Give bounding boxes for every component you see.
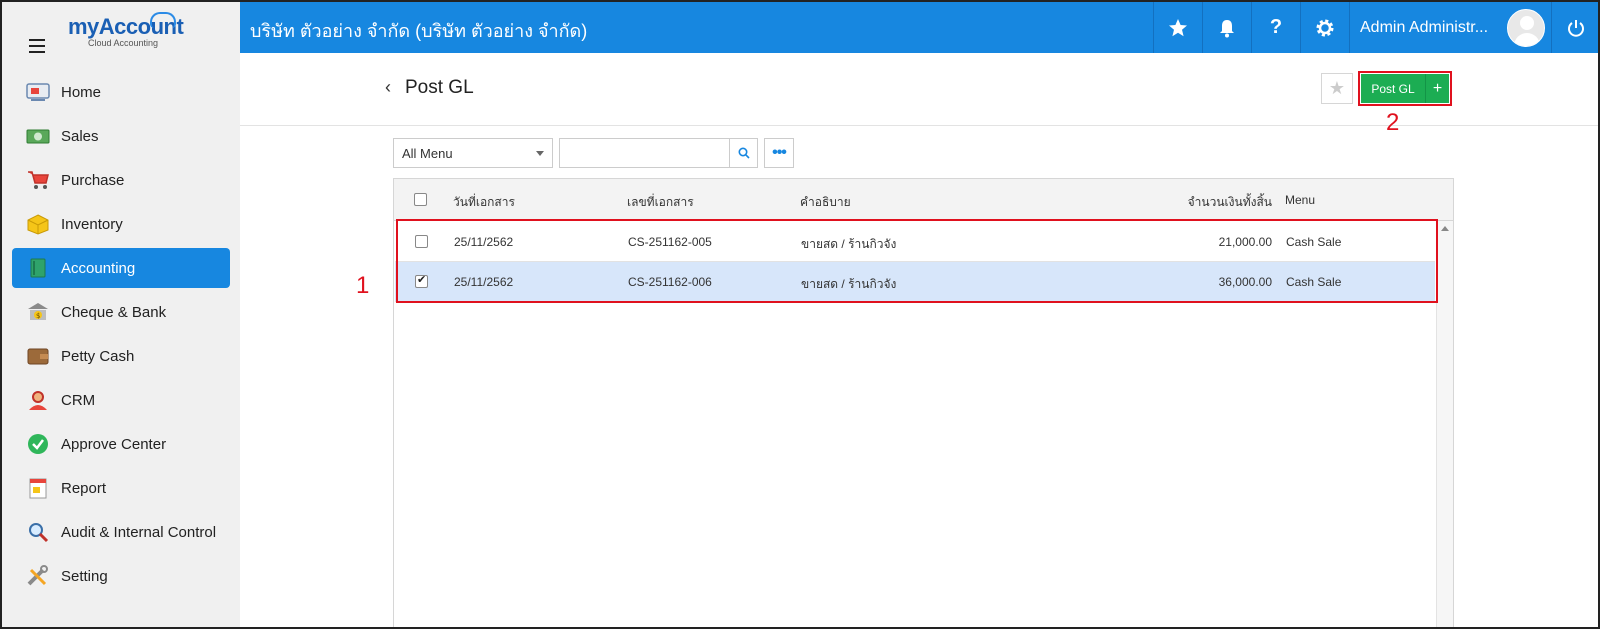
gear-icon[interactable] [1300, 2, 1349, 53]
sidebar-item-label: Purchase [61, 171, 125, 189]
sidebar-item-report[interactable]: Report [12, 468, 230, 508]
cloud-icon [150, 12, 176, 28]
sidebar-item-purchase[interactable]: Purchase [12, 160, 230, 200]
avatar [1507, 8, 1545, 47]
post-gl-add-button[interactable]: + [1425, 74, 1449, 103]
column-header-menu[interactable]: Menu [1285, 193, 1315, 207]
search-icon [737, 147, 750, 159]
top-bar: บริษัท ตัวอย่าง จำกัด (บริษัท ตัวอย่าง จ… [240, 2, 1598, 53]
top-bar-actions: ? Admin Administr... [1153, 2, 1598, 53]
sidebar-item-crm[interactable]: CRM [12, 380, 230, 420]
sidebar-item-label: Inventory [61, 215, 123, 233]
column-header-date[interactable]: วันที่เอกสาร [453, 193, 515, 212]
person-icon [26, 389, 50, 411]
cell-date: 25/11/2562 [454, 275, 514, 289]
search-input[interactable] [559, 138, 729, 168]
filter-bar: All Menu ••• [393, 138, 794, 168]
app-window: myAccount Cloud Accounting Home Sales Pu… [0, 0, 1600, 629]
user-name[interactable]: Admin Administr... [1349, 2, 1501, 53]
sales-icon [26, 125, 50, 147]
cell-description: ขายสด / ร้านกิวจัง [801, 277, 897, 291]
sidebar-item-label: Cheque & Bank [61, 303, 167, 321]
cell-date: 25/11/2562 [454, 235, 514, 249]
cell-amount: 36,000.00 [1218, 275, 1272, 289]
cell-description: ขายสด / ร้านกิวจัง [801, 237, 897, 251]
sidebar-item-label: CRM [61, 391, 96, 409]
hamburger-menu-icon[interactable] [29, 39, 45, 53]
svg-text:$: $ [36, 312, 40, 320]
column-header-description[interactable]: คำอธิบาย [800, 193, 851, 212]
back-chevron-icon[interactable]: ‹ [385, 77, 391, 98]
sidebar-item-sales[interactable]: Sales [12, 116, 230, 156]
company-name: บริษัท ตัวอย่าง จำกัด (บริษัท ตัวอย่าง จ… [250, 21, 588, 41]
sidebar-item-setting[interactable]: Setting [12, 556, 230, 596]
check-circle-icon [26, 433, 50, 455]
sidebar-item-home[interactable]: Home [12, 72, 230, 112]
table-row[interactable]: 25/11/2562 CS-251162-006 ขายสด / ร้านกิว… [395, 262, 1435, 302]
user-avatar-button[interactable] [1501, 2, 1551, 53]
cell-doc-no: CS-251162-006 [628, 275, 712, 289]
annotation-1: 1 [356, 272, 370, 299]
column-header-amount[interactable]: จำนวนเงินทั้งสิ้น [1184, 193, 1272, 212]
sidebar-item-label: Sales [61, 127, 99, 145]
content-header: ‹ Post GL ★ Post GL + 2 [240, 53, 1598, 136]
caret-down-icon [536, 151, 544, 156]
menu-select[interactable]: All Menu [393, 138, 553, 168]
sidebar-item-label: Report [61, 479, 107, 497]
logo-area: myAccount Cloud Accounting [2, 2, 240, 58]
search-button[interactable] [729, 138, 758, 168]
page-title: Post GL [405, 77, 474, 98]
table-header: วันที่เอกสาร เลขที่เอกสาร คำอธิบาย จำนวน… [394, 179, 1453, 221]
sidebar-item-inventory[interactable]: Inventory [12, 204, 230, 244]
annotation-2: 2 [1386, 109, 1400, 136]
sidebar-item-label: Audit & Internal Control [61, 523, 217, 541]
cell-amount: 21,000.00 [1218, 235, 1272, 249]
report-icon [26, 477, 50, 499]
book-icon [26, 257, 50, 279]
post-gl-button[interactable]: Post GL [1361, 74, 1425, 103]
sidebar-item-label: Accounting [61, 259, 136, 277]
column-header-doc-no[interactable]: เลขที่เอกสาร [627, 193, 694, 212]
cell-doc-no: CS-251162-005 [628, 235, 712, 249]
table-row[interactable]: 25/11/2562 CS-251162-005 ขายสด / ร้านกิว… [395, 222, 1435, 262]
sidebar: myAccount Cloud Accounting Home Sales Pu… [2, 2, 240, 627]
box-icon [26, 213, 50, 235]
help-icon[interactable]: ? [1251, 2, 1300, 53]
power-icon[interactable] [1551, 2, 1598, 53]
wallet-icon [26, 345, 50, 367]
magnifier-icon [26, 521, 50, 543]
row-checkbox[interactable] [415, 235, 428, 248]
sidebar-item-cheque-bank[interactable]: $ Cheque & Bank [12, 292, 230, 332]
cart-icon [26, 169, 50, 191]
sidebar-nav: Home Sales Purchase Inventory Accounting… [2, 72, 240, 600]
sidebar-item-label: Home [61, 83, 102, 101]
sidebar-item-accounting[interactable]: Accounting [12, 248, 230, 288]
home-icon [26, 81, 50, 103]
table-scrollbar[interactable] [1436, 221, 1453, 627]
row-checkbox[interactable] [415, 273, 428, 288]
sidebar-item-audit[interactable]: Audit & Internal Control [12, 512, 230, 552]
cell-menu: Cash Sale [1286, 235, 1342, 249]
more-options-button[interactable]: ••• [764, 138, 794, 168]
tools-icon [26, 565, 50, 587]
select-all-checkbox[interactable] [414, 193, 427, 206]
bank-icon: $ [26, 301, 50, 323]
document-table: วันที่เอกสาร เลขที่เอกสาร คำอธิบาย จำนวน… [393, 178, 1454, 627]
sidebar-item-label: Petty Cash [61, 347, 135, 365]
bell-icon[interactable] [1202, 2, 1251, 53]
cell-menu: Cash Sale [1286, 275, 1342, 289]
sidebar-item-label: Approve Center [61, 435, 167, 453]
sidebar-item-approve-center[interactable]: Approve Center [12, 424, 230, 464]
logo: myAccount Cloud Accounting [68, 12, 184, 48]
scroll-up-arrow-icon[interactable] [1441, 226, 1449, 231]
star-icon[interactable] [1153, 2, 1202, 53]
sidebar-item-petty-cash[interactable]: Petty Cash [12, 336, 230, 376]
post-gl-highlight: Post GL + [1358, 71, 1452, 106]
favorite-button[interactable]: ★ [1321, 73, 1353, 104]
menu-select-value: All Menu [402, 145, 453, 161]
sidebar-item-label: Setting [61, 567, 108, 585]
